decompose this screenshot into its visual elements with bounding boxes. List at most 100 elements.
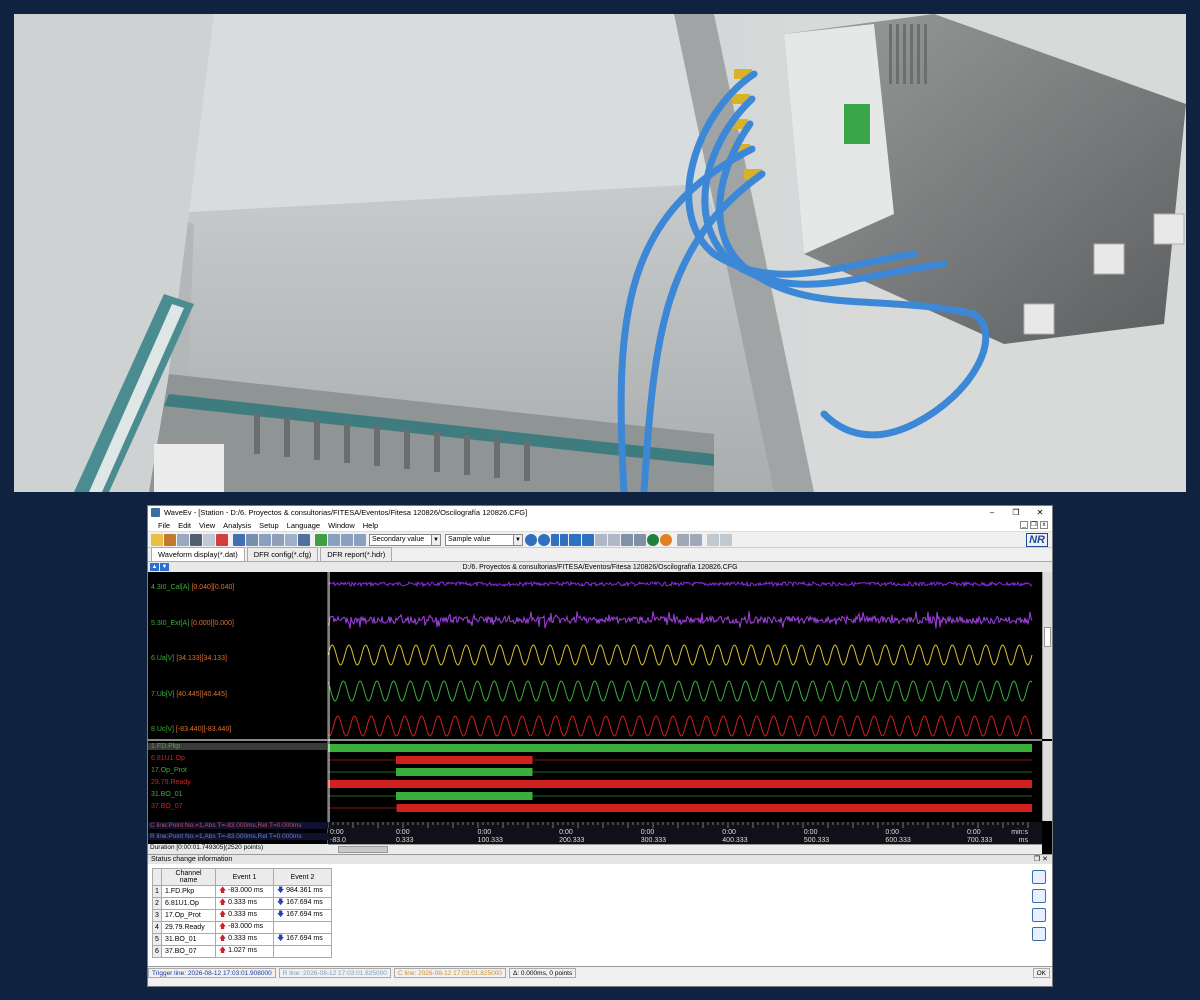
table-row[interactable]: 1 1.FD.Pkp 🡅 -83.000 ms 🡇 984.361 ms: [152, 885, 332, 898]
tile-icon[interactable]: [707, 533, 719, 546]
time-label-top: 0:00: [722, 829, 736, 836]
waveform-plot[interactable]: 0:00-83.00:000.3330:00100.3330:00200.333…: [328, 572, 1042, 854]
menu-setup[interactable]: Setup: [259, 521, 279, 530]
grid-icon[interactable]: [298, 533, 310, 546]
table-row[interactable]: 3 17.Op_Prot 🡅 0.333 ms 🡇 167.694 ms: [152, 909, 332, 922]
status-change-table: Channel name Event 1 Event 2 1 1.FD.Pkp 🡅 …: [152, 868, 332, 958]
horizontal-scrollbar[interactable]: [328, 844, 1042, 854]
panel-controls[interactable]: ❐ ✕: [1034, 855, 1052, 864]
save-table-icon[interactable]: [1032, 927, 1046, 941]
digital-channel-label[interactable]: 6.81U1.Op: [151, 755, 185, 762]
menu-language[interactable]: Language: [287, 521, 320, 530]
cabinet-illustration: [14, 14, 1186, 492]
digital-vertical-scrollbar[interactable]: [1042, 741, 1052, 821]
shrink-horizontal-icon[interactable]: [582, 533, 594, 546]
minimize-button[interactable]: –: [980, 508, 1004, 517]
row-channel-name-text: 6.81U1.Op: [165, 900, 199, 907]
menu-analysis[interactable]: Analysis: [223, 521, 251, 530]
analog-channel-label[interactable]: 6.Ua[V] [34.133][34.133]: [151, 655, 227, 662]
row-index: 6: [152, 945, 162, 958]
close-button[interactable]: ✕: [1028, 508, 1052, 517]
digital-high-bar: [328, 780, 1032, 788]
digital-high-bar: [395, 792, 533, 800]
list-icon[interactable]: [341, 533, 353, 546]
analog-channel-label[interactable]: 4.3I0_Cal[A] [0.040][0.040]: [151, 584, 234, 591]
chart-icon[interactable]: [354, 533, 366, 546]
table-icon[interactable]: [328, 533, 340, 546]
event-time: 0.333 ms: [228, 935, 257, 942]
analog-channel-label[interactable]: 5.3I0_Ext[A] [0.000][0.000]: [151, 620, 234, 627]
tab-waveform-display[interactable]: Waveform display(*.dat): [151, 547, 245, 561]
expand-horizontal-icon[interactable]: [569, 533, 581, 546]
report-icon[interactable]: [677, 533, 689, 546]
cascade-icon[interactable]: [720, 533, 732, 546]
event-time: 1.027 ms: [228, 947, 257, 954]
digital-channel-label[interactable]: 29.79.Ready: [151, 779, 191, 786]
digital-high-bar: [395, 756, 533, 764]
digital-channel-label[interactable]: 17.Op_Prot: [151, 767, 187, 774]
zoom-region-icon[interactable]: [608, 533, 620, 546]
copy-icon[interactable]: [177, 533, 189, 546]
print-table-icon[interactable]: [1032, 889, 1046, 903]
analog-channel-label[interactable]: 8.Uc[V] [-83.440][-83.440]: [151, 726, 231, 733]
compare-icon[interactable]: [272, 533, 284, 546]
table-row[interactable]: 2 6.81U1.Op 🡅 0.333 ms 🡇 167.694 ms: [152, 897, 332, 910]
chevron-down-icon: ▼: [513, 534, 522, 545]
vector-icon[interactable]: [647, 533, 659, 546]
measure-icon[interactable]: [634, 533, 646, 546]
zoom-in-icon[interactable]: [525, 533, 537, 546]
channel-name: 6.Ua[V]: [151, 655, 175, 662]
marker-icon[interactable]: [315, 533, 327, 546]
scroll-thumb[interactable]: [338, 846, 388, 853]
menu-file[interactable]: File: [158, 521, 170, 530]
row-e1: 🡅 -83.000 ms: [215, 885, 274, 898]
status-panel-title: Status change information: [151, 856, 233, 863]
tab-dfr-report[interactable]: DFR report(*.hdr): [320, 547, 393, 561]
harmonic-icon[interactable]: [621, 533, 633, 546]
sample-mode-select[interactable]: Sample value ▼: [445, 533, 523, 546]
digital-channel-label[interactable]: 31.BO_01: [151, 791, 183, 798]
digital-channel-label[interactable]: 37.BO_07: [151, 803, 183, 810]
table-row[interactable]: 6 37.BO_07 🡅 1.027 ms: [152, 945, 332, 958]
shrink-vertical-icon[interactable]: [560, 533, 568, 546]
analog-vertical-scrollbar[interactable]: [1042, 572, 1052, 739]
pdf-icon[interactable]: [216, 533, 228, 546]
menu-view[interactable]: View: [199, 521, 215, 530]
expand-vertical-icon[interactable]: [551, 533, 559, 546]
help-icon[interactable]: [660, 533, 672, 546]
status-panel-header: Status change information ❐ ✕: [148, 854, 1052, 864]
download-icon[interactable]: [190, 533, 202, 546]
maximize-button[interactable]: ❐: [1004, 508, 1028, 517]
menu-window[interactable]: Window: [328, 521, 355, 530]
zoom-out-icon[interactable]: [538, 533, 550, 546]
menu-edit[interactable]: Edit: [178, 521, 191, 530]
layout-icon[interactable]: [259, 533, 271, 546]
save-icon[interactable]: [233, 533, 245, 546]
time-label-top: 0:00: [396, 829, 410, 836]
rising-edge-icon: 🡅: [219, 887, 229, 894]
settings-icon[interactable]: [246, 533, 258, 546]
table-row[interactable]: 5 31.BO_01 🡅 0.333 ms 🡇 167.694 ms: [152, 933, 332, 946]
tab-dfr-config[interactable]: DFR config(*.cfg): [246, 547, 319, 561]
digital-channel-label[interactable]: 1.FD.Pkp: [148, 743, 327, 750]
digital-high-bar: [395, 768, 533, 776]
mdi-minimize-icon[interactable]: _: [1020, 521, 1028, 529]
export-icon[interactable]: [690, 533, 702, 546]
open-recent-icon[interactable]: [164, 533, 176, 546]
export-table-icon[interactable]: [1032, 870, 1046, 884]
mdi-close-icon[interactable]: x: [1040, 521, 1048, 529]
row-index-text: 5: [155, 936, 159, 943]
value-mode-select[interactable]: Secondary value ▼: [369, 533, 441, 546]
window-icon[interactable]: [285, 533, 297, 546]
scroll-thumb[interactable]: [1044, 627, 1051, 647]
print-icon[interactable]: [203, 533, 215, 546]
menu-help[interactable]: Help: [363, 521, 378, 530]
open-folder-icon[interactable]: [151, 533, 163, 546]
mdi-restore-icon[interactable]: ❐: [1030, 521, 1038, 529]
analog-channel-label[interactable]: 7.Ub[V] [40.445][40.445]: [151, 691, 227, 698]
select-region-icon[interactable]: [595, 533, 607, 546]
table-row[interactable]: 4 29.79.Ready 🡅 -83.000 ms: [152, 921, 332, 934]
time-label-top: 0:00: [478, 829, 492, 836]
row-index: 4: [152, 921, 162, 934]
copy-table-icon[interactable]: [1032, 908, 1046, 922]
